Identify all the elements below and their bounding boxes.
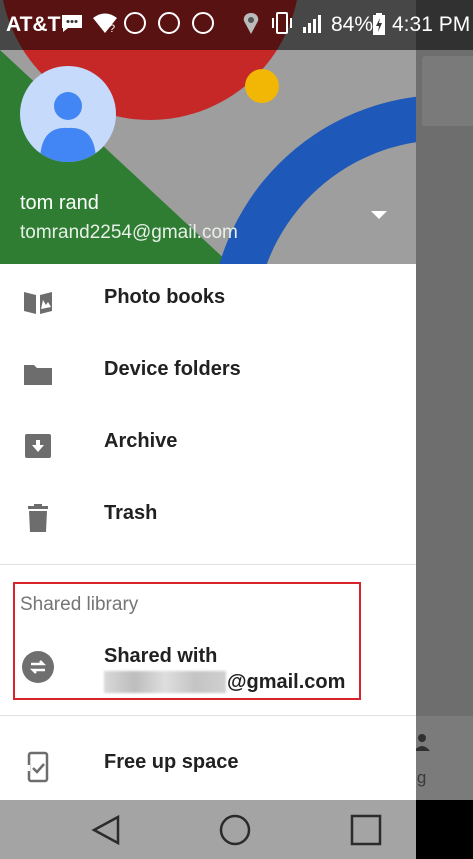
message-icon [62, 15, 82, 32]
battery-charging-icon [373, 13, 385, 35]
folder-icon [24, 365, 52, 385]
carrier-label: AT&T [6, 13, 61, 36]
person-icon [40, 92, 96, 162]
menu-item-photo-books[interactable]: Photo books [0, 264, 416, 336]
menu-item-label: Archive [104, 430, 178, 452]
menu-item-free-up-space[interactable]: Free up space [0, 729, 416, 800]
trash-icon [28, 504, 48, 532]
account-email: tomrand2254@gmail.com [20, 222, 238, 243]
clock: 4:31 PM [392, 13, 471, 36]
nav-bar-edge [416, 800, 473, 859]
account-switcher-dropdown-icon[interactable] [371, 211, 387, 219]
menu-item-label: Photo books [104, 286, 226, 308]
people-icon [414, 734, 430, 751]
free-up-space-icon [22, 751, 49, 783]
battery-percent: 84% [331, 13, 374, 36]
menu-item-label: Trash [104, 502, 158, 524]
back-icon[interactable] [90, 814, 122, 846]
status-bar: AT&T ? 84% 4:31 PM [0, 0, 473, 50]
menu-item-archive[interactable]: Archive [0, 408, 416, 480]
svg-text:?: ? [109, 23, 115, 34]
recents-icon[interactable] [350, 814, 382, 846]
system-nav-bar [0, 800, 416, 859]
location-icon [243, 13, 259, 34]
highlight-box [13, 582, 361, 700]
signal-icon [303, 15, 321, 33]
lock-icon [192, 12, 214, 34]
menu-item-trash[interactable]: Trash [0, 480, 416, 552]
menu-item-device-folders[interactable]: Device folders [0, 336, 416, 408]
divider [0, 715, 416, 716]
photo-book-icon [24, 292, 52, 314]
menu-item-label: Device folders [104, 358, 241, 380]
navigation-drawer: tom rand tomrand2254@gmail.com Photo boo… [0, 0, 416, 800]
account-name: tom rand [20, 192, 99, 214]
avatar[interactable] [20, 66, 116, 162]
wifi-icon: ? [93, 13, 117, 34]
archive-icon [25, 434, 51, 458]
lock-icon [158, 12, 180, 34]
lock-icon [124, 12, 146, 34]
divider [0, 564, 416, 565]
vibrate-icon [272, 12, 292, 34]
home-icon[interactable] [218, 813, 252, 847]
background-card [422, 56, 473, 126]
menu-item-label: Free up space [104, 751, 239, 773]
